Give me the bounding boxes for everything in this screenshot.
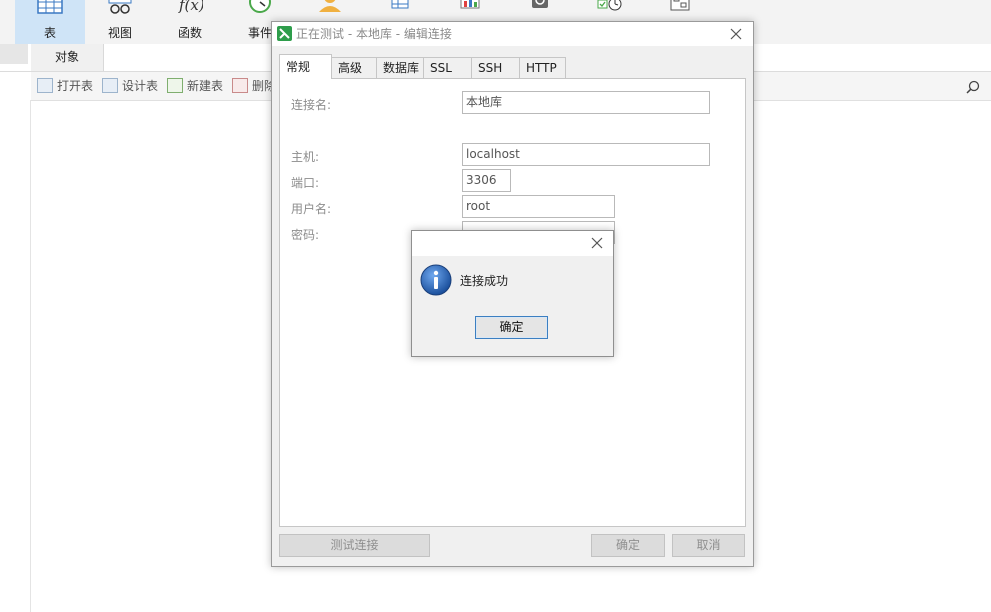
dialog-titlebar: 正在测试 - 本地库 - 编辑连接 — [272, 22, 753, 46]
event-icon — [249, 0, 271, 13]
ok-button[interactable]: 确定 — [591, 534, 665, 557]
connection-success-messagebox: 连接成功 确定 — [411, 230, 614, 357]
messagebox-ok-button[interactable]: 确定 — [475, 316, 548, 339]
open-table-icon — [37, 78, 53, 93]
new-table-button[interactable]: 新建表 — [167, 72, 223, 100]
ribbon-table-label: 表 — [43, 26, 56, 40]
new-table-label: 新建表 — [187, 79, 224, 93]
test-connection-button[interactable]: 测试连接 — [279, 534, 430, 557]
tab-databases[interactable]: 数据库 — [376, 57, 424, 78]
table-icon — [37, 0, 63, 14]
messagebox-text: 连接成功 — [460, 274, 509, 288]
username-input[interactable]: root — [462, 195, 615, 218]
tab-objects[interactable]: 对象 — [31, 44, 104, 71]
backup-icon — [532, 0, 548, 8]
ribbon-function-button[interactable]: f(x) 函数 — [155, 0, 225, 44]
search-icon[interactable] — [966, 80, 980, 94]
username-label: 用户名: — [291, 202, 332, 216]
information-icon — [420, 264, 452, 296]
port-label: 端口: — [291, 176, 320, 190]
tab-ssl[interactable]: SSL — [423, 57, 472, 78]
design-table-button[interactable]: 设计表 — [102, 72, 158, 100]
ribbon-view-label: 视图 — [107, 26, 132, 40]
tab-http[interactable]: HTTP — [519, 57, 566, 78]
ribbon-table-button[interactable]: 表 — [15, 0, 85, 44]
schedule-icon — [597, 0, 622, 11]
svg-text:f(x): f(x) — [178, 0, 203, 14]
delete-table-icon — [232, 78, 248, 93]
new-table-icon — [167, 78, 183, 93]
ribbon-view-button[interactable]: 视图 — [85, 0, 155, 44]
object-pane-border — [30, 100, 31, 612]
close-icon[interactable] — [728, 26, 744, 42]
cancel-button[interactable]: 取消 — [672, 534, 745, 557]
tab-ssh[interactable]: SSH — [471, 57, 520, 78]
function-icon: f(x) — [178, 0, 203, 14]
tab-general[interactable]: 常规 — [279, 54, 332, 79]
model-icon — [670, 0, 690, 11]
user-icon — [319, 0, 341, 12]
port-input[interactable]: 3306 — [462, 169, 511, 192]
host-label: 主机: — [291, 150, 320, 164]
connection-name-label: 连接名: — [291, 98, 332, 112]
tab-advanced[interactable]: 高级 — [331, 57, 377, 78]
design-table-icon — [102, 78, 118, 93]
report-icon — [460, 0, 480, 9]
navicat-app-icon — [277, 26, 292, 41]
delete-table-button[interactable]: 删除 — [232, 72, 276, 100]
dialog-title: 正在测试 - 本地库 - 编辑连接 — [296, 27, 452, 41]
messagebox-titlebar — [412, 231, 613, 256]
connection-name-input[interactable]: 本地库 — [462, 91, 710, 114]
open-table-label: 打开表 — [57, 79, 94, 93]
design-table-label: 设计表 — [122, 79, 159, 93]
left-gutter — [0, 44, 28, 64]
open-table-button[interactable]: 打开表 — [37, 72, 93, 100]
view-icon — [108, 0, 132, 14]
query-icon — [391, 0, 409, 9]
host-input[interactable]: localhost — [462, 143, 710, 166]
ribbon-function-label: 函数 — [177, 26, 202, 40]
password-label: 密码: — [291, 228, 320, 242]
close-icon[interactable] — [590, 236, 604, 250]
